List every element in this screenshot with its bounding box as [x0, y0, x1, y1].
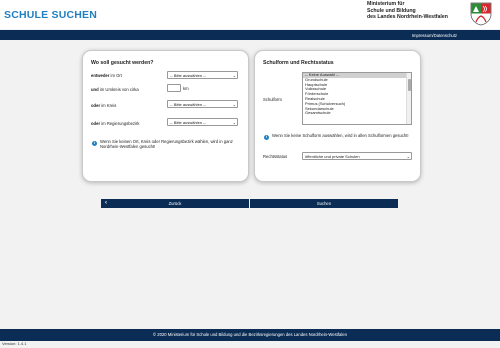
umkreis-input[interactable] [167, 84, 181, 92]
ministry-name: Ministerium für Schule und Bildung des L… [367, 1, 448, 21]
ministry-line: Ministerium für [367, 1, 405, 7]
ort-label-text: im Ort [109, 73, 122, 78]
ort-prefix: entweder [91, 73, 110, 78]
chevron-left-icon: ‹ [105, 200, 107, 206]
navbar: Impressum/Datenschutz [0, 30, 500, 40]
schoolform-card-title: Schulform und Rechtsstatus [263, 60, 334, 66]
kreis-label-text: im Kreis [100, 103, 117, 108]
ort-select-value: -- Bitte auswählen -- [170, 73, 206, 78]
ort-select[interactable]: -- Bitte auswählen -- ⌄ [167, 71, 238, 79]
umkreis-prefix: und [91, 87, 99, 92]
scrollbar-thumb[interactable] [407, 79, 411, 91]
bezirk-label-text: im Regierungsbezirk [100, 121, 140, 126]
kreis-select-value: -- Bitte auswählen -- [170, 102, 206, 107]
bezirk-select[interactable]: -- Bitte auswählen -- ⌄ [167, 118, 238, 126]
nrw-crest-icon [470, 2, 492, 26]
search-button-label: Suchen [316, 201, 332, 206]
back-button-label: Zurück [168, 201, 182, 206]
umkreis-label: und im Umkreis von cirka [91, 87, 139, 92]
info-icon: i [264, 135, 269, 140]
schoolform-info-text: Wenn Sie keine Schulform auswählen, wird… [272, 133, 409, 138]
kreis-label: oder im Kreis [91, 103, 116, 108]
ministry-line: Schule und Bildung [367, 7, 416, 14]
impressum-link[interactable]: Impressum/Datenschutz [412, 33, 457, 38]
location-card: Wo soll gesucht werden? entweder im Ort … [82, 50, 249, 182]
location-info-text: Wenn Sie keinen Ort, Kreis oder Regierun… [100, 139, 233, 149]
schulform-listbox[interactable]: -- Keine Auswahl -- Grundschule Hauptsch… [302, 72, 412, 125]
kreis-select[interactable]: -- Bitte auswählen -- ⌄ [167, 100, 238, 108]
bezirk-label: oder im Regierungsbezirk [91, 121, 139, 126]
rechtsstatus-select[interactable]: öffentliche und private Schulen ⌄ [302, 152, 412, 160]
search-button[interactable]: Suchen [250, 199, 398, 208]
kreis-prefix: oder [91, 103, 101, 108]
chevron-down-icon: ⌄ [232, 120, 236, 125]
location-card-title: Wo soll gesucht werden? [91, 60, 154, 66]
ministry-line: des Landes Nordrhein-Westfalen [367, 14, 448, 21]
bezirk-prefix: oder [91, 121, 101, 126]
footer: © 2020 Ministerium für Schule und Bildun… [0, 329, 500, 341]
chevron-down-icon: ⌄ [406, 154, 410, 159]
rechtsstatus-label: Rechtsstatus [263, 154, 288, 159]
chevron-down-icon: ⌄ [232, 102, 236, 107]
version-label: Version: 1.4.1 [2, 341, 27, 346]
umkreis-label-text: im Umkreis von cirka [98, 87, 139, 92]
ort-label: entweder im Ort [91, 73, 122, 78]
back-button[interactable]: ‹ Zurück [101, 199, 249, 208]
listbox-scrollbar[interactable] [406, 73, 411, 124]
info-icon: i [92, 141, 97, 146]
schulform-label: Schulform [263, 97, 282, 102]
chevron-down-icon: ⌄ [232, 73, 236, 78]
list-item[interactable]: Gesamtschule [303, 111, 411, 116]
bezirk-select-value: -- Bitte auswählen -- [170, 120, 206, 125]
umkreis-unit: km [183, 86, 189, 91]
app-title: SCHULE SUCHEN [4, 9, 98, 21]
header: SCHULE SUCHEN Ministerium für Schule und… [0, 0, 500, 29]
schoolform-card: Schulform und Rechtsstatus Schulform -- … [254, 50, 421, 182]
rechtsstatus-select-value: öffentliche und private Schulen [305, 154, 360, 159]
